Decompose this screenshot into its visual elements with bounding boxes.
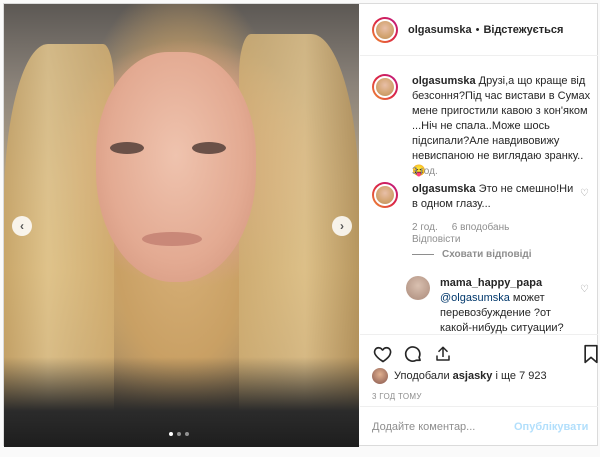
heart-small-icon[interactable]: ♡ bbox=[580, 188, 589, 199]
comment-likes[interactable]: 6 вподобань bbox=[452, 222, 510, 233]
comment-icon bbox=[404, 346, 421, 362]
post-timestamp[interactable]: 3 ГОД ТОМУ bbox=[372, 392, 422, 401]
hide-replies-label: Сховати відповіді bbox=[442, 249, 532, 260]
comment-button[interactable] bbox=[402, 343, 424, 365]
next-slide-button[interactable]: › bbox=[332, 216, 352, 236]
likes-prefix: Уподобали bbox=[394, 370, 450, 382]
separator: • bbox=[475, 23, 480, 36]
post-photo: ‹ › bbox=[4, 4, 359, 447]
carousel-indicator bbox=[169, 432, 189, 436]
mention-link[interactable]: @olgasumska bbox=[440, 292, 510, 304]
author-username[interactable]: olgasumska bbox=[408, 24, 472, 36]
carousel-dot bbox=[177, 432, 181, 436]
photo-detail bbox=[192, 142, 226, 154]
photo-detail bbox=[110, 142, 144, 154]
share-button[interactable] bbox=[432, 343, 454, 365]
comment-meta: 3 год. bbox=[412, 166, 438, 177]
carousel-dot bbox=[185, 432, 189, 436]
chevron-right-icon: › bbox=[340, 219, 344, 233]
comment-time[interactable]: 2 год. bbox=[412, 222, 438, 233]
likes-user[interactable]: asjasky bbox=[453, 370, 493, 382]
post-header: olgasumska • Відстежується bbox=[360, 4, 598, 56]
divider bbox=[412, 254, 434, 255]
action-bar bbox=[360, 334, 598, 370]
chevron-left-icon: ‹ bbox=[20, 219, 24, 233]
photo-detail bbox=[142, 232, 202, 246]
comment-meta: 2 год. 6 вподобань bbox=[412, 222, 509, 233]
heart-icon bbox=[373, 346, 392, 363]
photo-detail bbox=[96, 52, 256, 282]
like-button[interactable] bbox=[372, 343, 394, 365]
comment-time[interactable]: 3 год. bbox=[412, 166, 438, 177]
avatar[interactable] bbox=[372, 16, 398, 43]
comment-username[interactable]: olgasumska bbox=[412, 75, 476, 87]
post-sidebar: olgasumska • Відстежується olgasumska Др… bbox=[360, 4, 598, 447]
save-button[interactable] bbox=[580, 343, 600, 365]
avatar[interactable] bbox=[372, 368, 388, 384]
reply-button[interactable]: Відповісти bbox=[412, 234, 460, 245]
publish-button[interactable]: Опублікувати bbox=[514, 421, 588, 433]
comment-input[interactable] bbox=[372, 421, 514, 433]
hide-replies-button[interactable]: Сховати відповіді bbox=[412, 249, 532, 260]
follow-status-button[interactable]: Відстежується bbox=[483, 24, 563, 36]
carousel-dot bbox=[169, 432, 173, 436]
heart-small-icon[interactable]: ♡ bbox=[580, 284, 589, 295]
avatar[interactable] bbox=[372, 74, 398, 100]
comment-text: mama_happy_papa @olgasumska может перево… bbox=[440, 276, 580, 334]
comments-list: olgasumska Друзі,а що краще від безсоння… bbox=[360, 56, 598, 334]
reply-comment: mama_happy_papa @olgasumska может перево… bbox=[406, 276, 564, 334]
likes-summary: Уподобали asjasky і ще 7 923 bbox=[372, 368, 547, 384]
avatar[interactable] bbox=[406, 276, 430, 300]
previous-slide-button[interactable]: ‹ bbox=[12, 216, 32, 236]
likes-count[interactable]: і ще 7 923 bbox=[495, 370, 546, 382]
avatar[interactable] bbox=[372, 182, 398, 208]
comment-body: Друзі,а що краще від безсоння?Під час ви… bbox=[412, 75, 591, 177]
post-card: ‹ › olgasumska • Відстежується olgasumsk… bbox=[3, 3, 598, 447]
comment-composer: Опублікувати bbox=[360, 406, 598, 447]
comment-username[interactable]: mama_happy_papa bbox=[440, 277, 542, 289]
bookmark-icon bbox=[584, 344, 598, 364]
comment-text: olgasumska Это не смешно!Ни в одном глаз… bbox=[412, 182, 577, 212]
comment-username[interactable]: olgasumska bbox=[412, 183, 476, 195]
share-icon bbox=[436, 346, 450, 361]
comment-text: olgasumska Друзі,а що краще від безсоння… bbox=[412, 74, 592, 179]
